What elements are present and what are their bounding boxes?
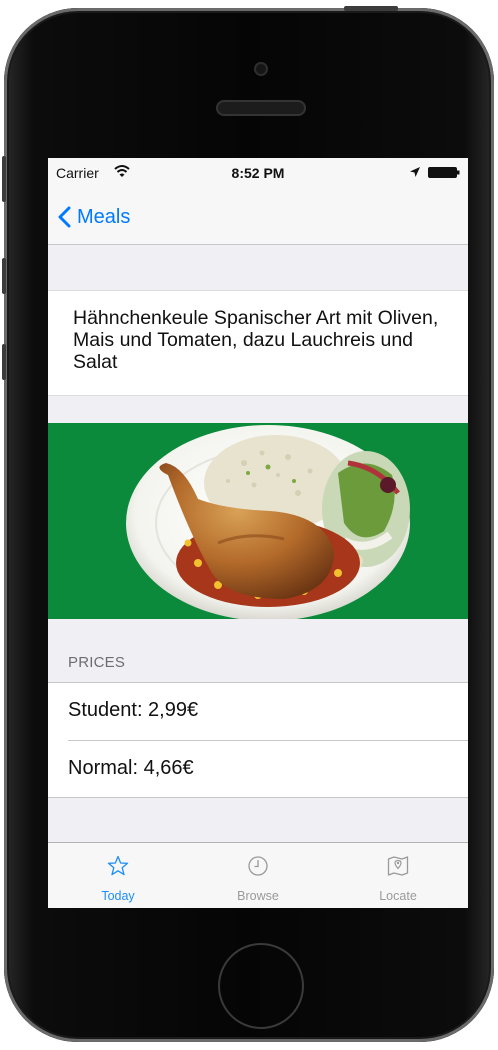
star-icon — [107, 855, 129, 876]
student-price: Student: 2,99€ — [68, 699, 199, 721]
power-button — [344, 6, 398, 11]
back-button[interactable]: Meals — [58, 204, 130, 230]
tab-browse[interactable]: Browse — [188, 843, 328, 908]
meal-title-cell: Hähnchenkeule Spanischer Art mit Oliven,… — [48, 290, 468, 396]
normal-price-row: Normal: 4,66€ — [48, 741, 468, 798]
prices-section-header: PRICES — [68, 654, 126, 671]
meal-title: Hähnchenkeule Spanischer Art mit Oliven,… — [73, 307, 439, 373]
tab-locate[interactable]: Locate — [328, 843, 468, 908]
status-bar: Carrier 8:52 PM — [48, 158, 468, 188]
volume-up-button — [2, 258, 6, 294]
map-icon — [387, 856, 409, 876]
front-camera — [254, 62, 268, 76]
chevron-left-icon — [58, 206, 71, 228]
price-list: Student: 2,99€ Normal: 4,66€ — [48, 682, 468, 798]
earpiece-speaker — [216, 100, 306, 116]
home-button[interactable] — [218, 943, 304, 1029]
tab-locate-label: Locate — [379, 889, 417, 903]
location-arrow-icon — [410, 167, 420, 177]
normal-price: Normal: 4,66€ — [68, 757, 194, 779]
status-time: 8:52 PM — [231, 165, 285, 181]
battery-icon — [428, 167, 460, 178]
clock-icon — [248, 856, 268, 876]
tab-today[interactable]: Today — [48, 843, 188, 908]
tab-browse-label: Browse — [237, 889, 279, 903]
meal-photo — [48, 423, 468, 619]
mute-switch — [2, 156, 6, 202]
tab-today-label: Today — [101, 889, 135, 903]
back-button-label: Meals — [77, 205, 131, 228]
screen: Carrier 8:52 PM Meals Hähnchenkeule Span… — [48, 158, 468, 908]
student-price-row: Student: 2,99€ — [48, 683, 468, 741]
volume-down-button — [2, 344, 6, 380]
navigation-bar: Meals — [48, 188, 468, 245]
tab-bar: Today Browse Locate — [48, 842, 468, 908]
